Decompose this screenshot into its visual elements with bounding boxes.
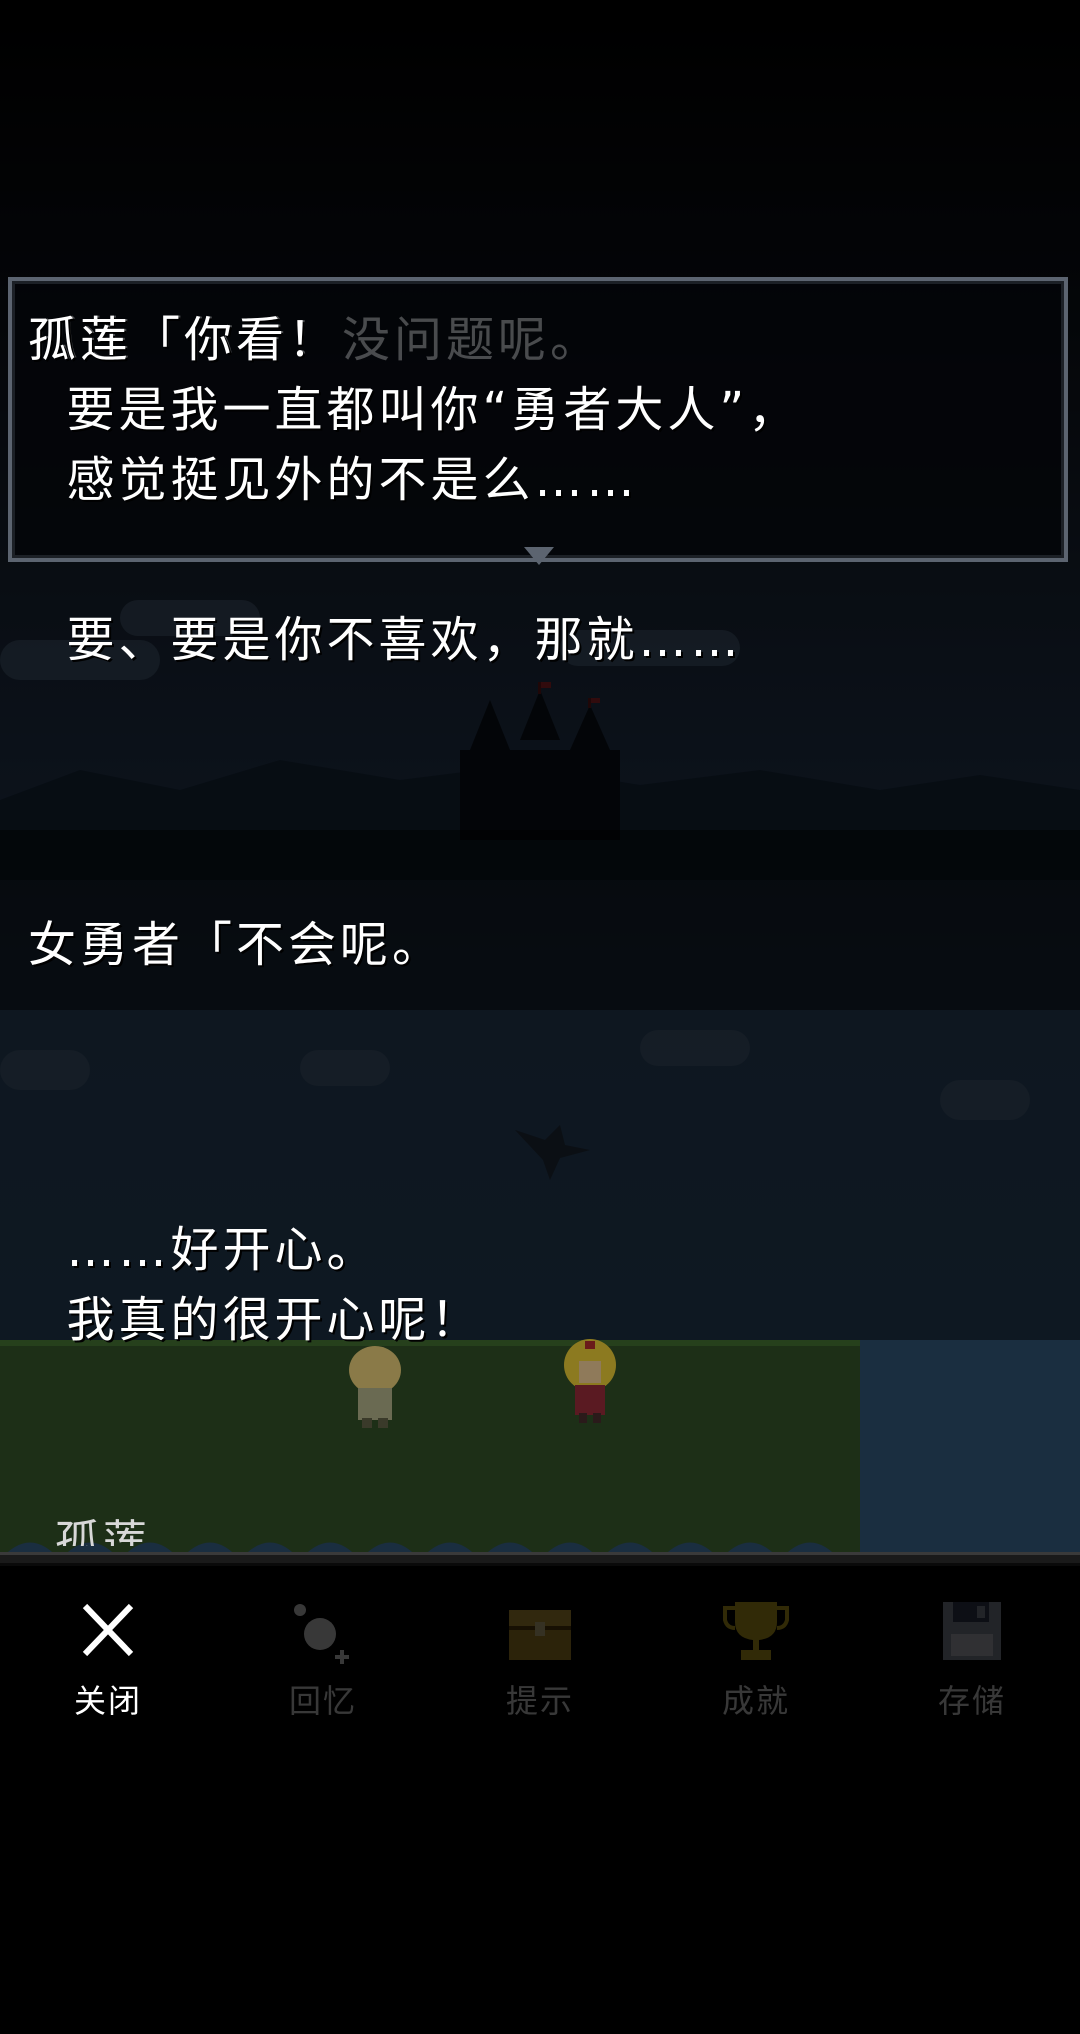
bird-silhouette: [515, 1125, 590, 1180]
next-speaker-name-cut: 孤莲: [55, 1516, 151, 1546]
hint-button[interactable]: 提示: [470, 1586, 610, 1746]
save-label: 存储: [937, 1682, 1006, 1720]
dialog-line-speaker: 孤莲「你看！: [28, 312, 341, 368]
game-scene: 孤莲「你看！没问题呢。 孤莲「你看！ 要是我一直都叫你“勇者大人”， 感觉挺见外…: [0, 0, 1080, 2034]
hero-dialog-line: 女勇者「不会呢。: [28, 917, 445, 973]
achievement-label: 成就: [721, 1682, 790, 1720]
bottom-menu: 关闭 回忆 提示 成就 存储: [0, 1566, 1080, 1766]
achievement-button[interactable]: 成就: [686, 1586, 826, 1746]
save-button[interactable]: 存储: [902, 1586, 1042, 1746]
sea-area: [860, 1340, 1080, 1560]
hint-chest-icon: [509, 1610, 571, 1660]
trophy-icon: [723, 1602, 789, 1660]
memory-button[interactable]: 回忆: [253, 1586, 393, 1746]
dialog-line: 要是我一直都叫你“勇者大人”，: [28, 382, 801, 438]
close-label: 关闭: [73, 1682, 142, 1720]
close-icon: [82, 1603, 134, 1657]
close-button[interactable]: 关闭: [38, 1586, 178, 1746]
memory-label: 回忆: [288, 1682, 357, 1720]
dialog-pointer-icon: [524, 547, 554, 565]
menu-separator: [0, 1552, 1080, 1566]
hint-label: 提示: [505, 1682, 574, 1720]
dialog-line: ……好开心。: [28, 1222, 379, 1278]
girl-sprite: [564, 1339, 616, 1423]
save-floppy-icon: [943, 1602, 1001, 1660]
dialog-line: 要、要是你不喜欢，那就……: [28, 612, 743, 668]
dialog-line: 感觉挺见外的不是么……: [28, 452, 639, 508]
memory-icon: [294, 1604, 349, 1664]
dialog-line: 我真的很开心呢！: [28, 1292, 483, 1348]
